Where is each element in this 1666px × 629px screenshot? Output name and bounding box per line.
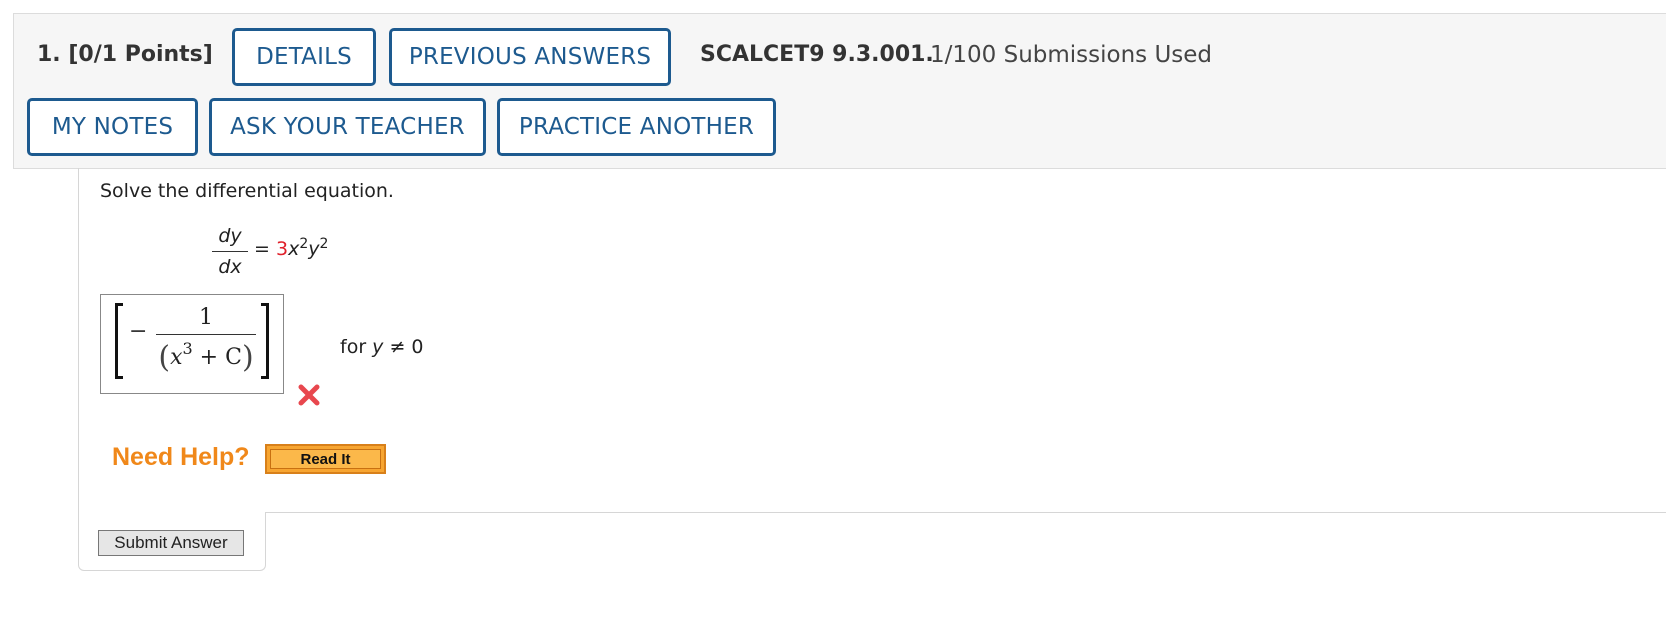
equals-sign: = (254, 238, 270, 260)
condition-prefix: for (340, 336, 373, 358)
derivative-numerator: dy (218, 225, 242, 247)
rhs-x: x (288, 238, 300, 260)
close-paren: ) (241, 340, 254, 375)
read-it-button[interactable]: Read It (265, 444, 386, 474)
answer-input[interactable]: − 1 (x3 + C) (100, 294, 284, 394)
right-bracket (261, 303, 269, 379)
rhs-y: y (308, 238, 320, 260)
assignment-code: SCALCET9 9.3.001. (700, 42, 934, 67)
open-paren: ( (158, 340, 171, 375)
previous-answers-button[interactable]: PREVIOUS ANSWERS (389, 28, 671, 86)
points-label: [0/1 Points] (68, 42, 213, 67)
wrong-x-icon (298, 384, 320, 406)
answer-plus-c: + C (192, 345, 242, 370)
answer-sign: − (129, 319, 148, 344)
practice-another-button[interactable]: PRACTICE ANOTHER (497, 98, 776, 156)
answer-denominator: (x3 + C) (156, 339, 256, 375)
equation-rhs: = 3x2y2 (254, 236, 328, 260)
equation-coefficient: 3 (275, 238, 289, 260)
answer-numerator: 1 (199, 305, 213, 330)
ask-your-teacher-button[interactable]: ASK YOUR TEACHER (209, 98, 486, 156)
submissions-used: 1/100 Submissions Used (930, 42, 1213, 68)
read-it-label: Read It (270, 449, 381, 469)
answer-x-exponent: 3 (182, 339, 193, 358)
submit-answer-button[interactable]: Submit Answer (98, 530, 244, 556)
derivative-denominator: dx (218, 256, 242, 278)
answer-x: x (170, 345, 183, 370)
rhs-x-exponent: 2 (299, 236, 309, 252)
condition-variable: y (372, 336, 384, 358)
fraction-bar (212, 251, 248, 252)
my-notes-button[interactable]: MY NOTES (27, 98, 198, 156)
question-prompt: Solve the differential equation. (100, 180, 394, 202)
condition-rest: ≠ 0 (383, 336, 424, 358)
question-points: 1. [0/1 Points] (37, 42, 213, 67)
left-bracket (115, 303, 123, 379)
derivative-fraction: dy dx (212, 224, 248, 279)
rhs-y-exponent: 2 (319, 236, 329, 252)
question-number: 1. (37, 42, 61, 67)
answer-condition: for y ≠ 0 (340, 336, 424, 358)
body-divider (265, 512, 1666, 513)
need-help-label: Need Help? (112, 443, 250, 471)
answer-fraction-bar (156, 334, 256, 335)
details-button[interactable]: DETAILS (232, 28, 376, 86)
